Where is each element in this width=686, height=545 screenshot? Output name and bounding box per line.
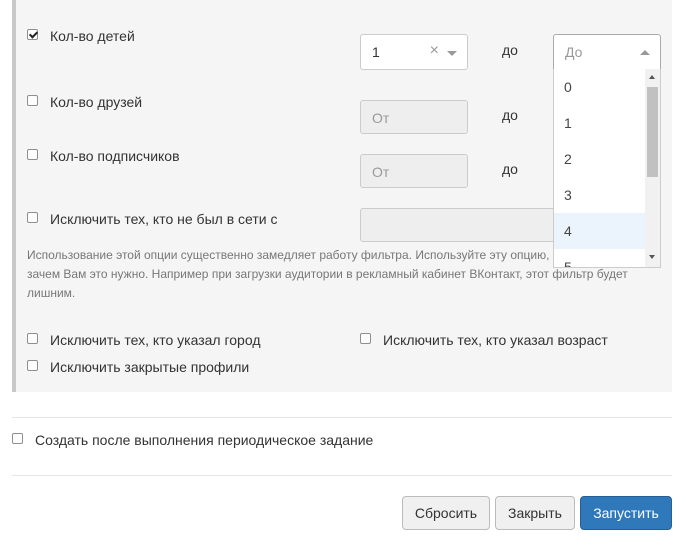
exclude-city-checkbox[interactable] bbox=[27, 333, 38, 344]
chevron-up-icon bbox=[640, 50, 650, 55]
children-from-select[interactable]: 1 × bbox=[360, 34, 468, 70]
exclude-closed-checkbox[interactable] bbox=[27, 360, 38, 371]
scroll-down-icon[interactable] bbox=[649, 255, 655, 259]
dropdown-option[interactable]: 5 bbox=[554, 249, 646, 267]
periodic-checkbox[interactable] bbox=[12, 433, 23, 444]
divider bbox=[12, 417, 672, 418]
followers-from-placeholder: От bbox=[372, 164, 390, 180]
note-line: Использование этой опции существенно зам… bbox=[27, 248, 559, 262]
dropdown-option[interactable]: 0 bbox=[554, 69, 646, 105]
note-line: зачем Вам это нужно. Например при загруз… bbox=[27, 267, 628, 281]
to-dropdown-list: 0 1 2 3 4 5 bbox=[553, 69, 661, 268]
run-button[interactable]: Запустить bbox=[580, 496, 672, 530]
exclude-age-checkbox[interactable] bbox=[360, 333, 371, 344]
friends-checkbox[interactable] bbox=[27, 95, 38, 106]
exclude-age-label: Исключить тех, кто указал возраст bbox=[383, 332, 608, 348]
dropdown-option[interactable]: 3 bbox=[554, 177, 646, 213]
children-to-label: до bbox=[502, 42, 518, 58]
offline-label: Исключить тех, кто не был в сети с bbox=[50, 211, 278, 227]
scroll-thumb[interactable] bbox=[647, 87, 658, 177]
followers-to-label: до bbox=[502, 161, 518, 177]
offline-date-input[interactable] bbox=[360, 208, 560, 242]
exclude-closed-label: Исключить закрытые профили bbox=[50, 359, 250, 375]
note-line: лишним. bbox=[27, 286, 76, 300]
exclude-city-label: Исключить тех, кто указал город bbox=[50, 332, 261, 348]
children-checkbox[interactable] bbox=[27, 29, 38, 40]
divider bbox=[12, 475, 672, 476]
offline-checkbox[interactable] bbox=[27, 212, 38, 223]
clear-icon[interactable]: × bbox=[430, 42, 439, 60]
children-to-select[interactable]: До bbox=[553, 34, 661, 70]
children-label: Кол-во детей bbox=[50, 28, 135, 44]
friends-to-label: до bbox=[502, 107, 518, 123]
friends-label: Кол-во друзей bbox=[50, 94, 143, 110]
followers-label: Кол-во подписчиков bbox=[50, 148, 180, 164]
followers-checkbox[interactable] bbox=[27, 149, 38, 160]
periodic-label: Создать после выполнения периодическое з… bbox=[35, 432, 374, 448]
children-from-value: 1 bbox=[372, 44, 380, 60]
friends-from-input[interactable]: От bbox=[360, 100, 468, 134]
dropdown-option-highlighted[interactable]: 4 bbox=[554, 213, 646, 249]
children-to-placeholder: До bbox=[565, 44, 583, 60]
friends-from-placeholder: От bbox=[372, 110, 390, 126]
dropdown-scrollbar[interactable] bbox=[645, 69, 660, 267]
followers-from-input[interactable]: От bbox=[360, 154, 468, 188]
performance-note: Использование этой опции существенно зам… bbox=[27, 246, 637, 303]
scroll-up-icon[interactable] bbox=[649, 75, 655, 79]
chevron-down-icon bbox=[447, 51, 457, 56]
dropdown-option[interactable]: 2 bbox=[554, 141, 646, 177]
reset-button[interactable]: Сбросить bbox=[402, 496, 490, 530]
dropdown-option[interactable]: 1 bbox=[554, 105, 646, 141]
close-button[interactable]: Закрыть bbox=[495, 496, 575, 530]
